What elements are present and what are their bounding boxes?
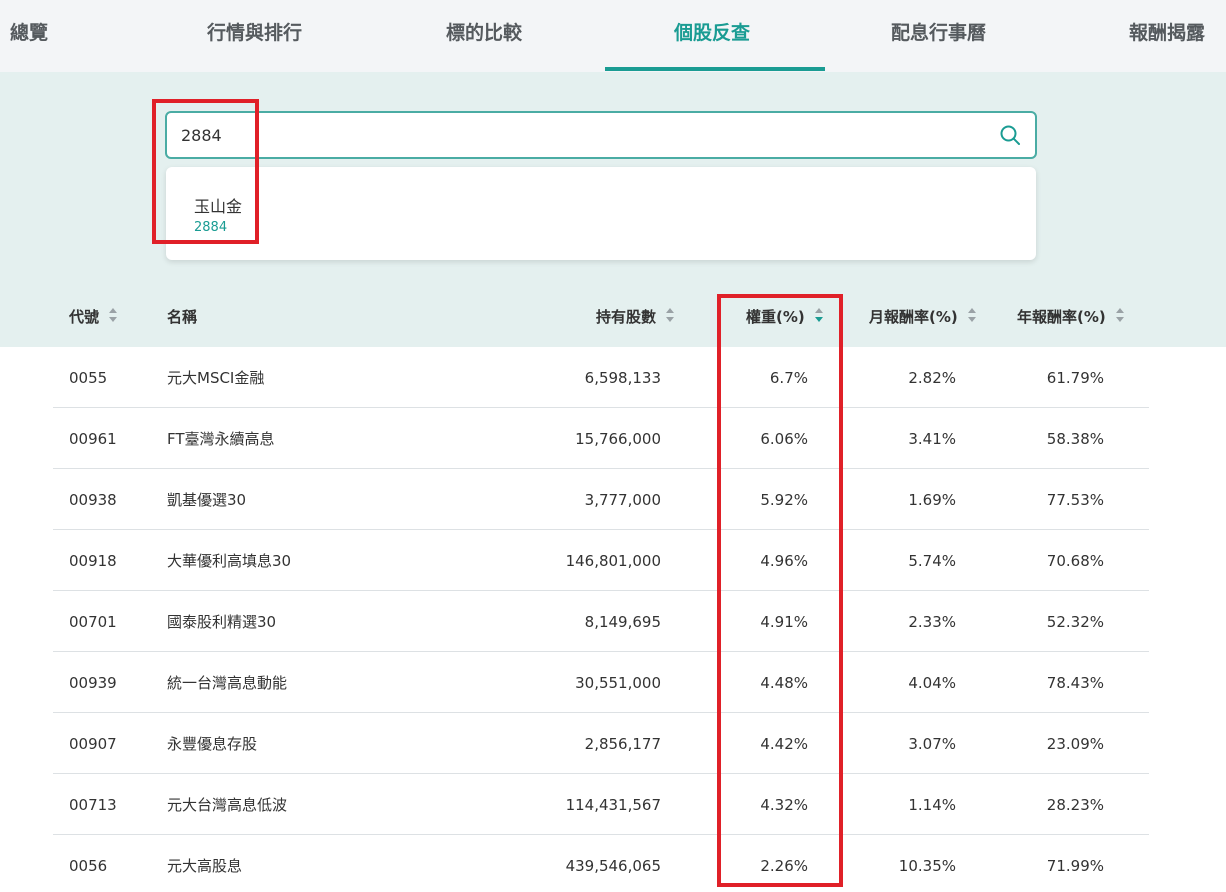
cell-shares: 30,551,000 (575, 674, 661, 692)
table-row[interactable]: 0055 元大MSCI金融 6,598,133 6.7% 2.82% 61.79… (53, 347, 1149, 408)
suggestion-code: 2884 (194, 220, 228, 235)
tab-return-disclosure[interactable]: 報酬揭露 (1129, 0, 1205, 72)
table-row[interactable]: 00907 永豐優息存股 2,856,177 4.42% 3.07% 23.09… (53, 713, 1149, 774)
cell-code: 00907 (69, 735, 117, 753)
cell-weight: 4.48% (760, 674, 808, 692)
cell-code: 00961 (69, 430, 117, 448)
search-box (165, 111, 1037, 159)
column-header-month-return[interactable]: 月報酬率(%) (869, 288, 977, 347)
cell-shares: 15,766,000 (575, 430, 661, 448)
table-row[interactable]: 0056 元大高股息 439,546,065 2.26% 10.35% 71.9… (53, 835, 1149, 892)
cell-weight: 2.26% (760, 857, 808, 875)
cell-name: 元大MSCI金融 (167, 369, 265, 387)
sort-desc-icon (814, 307, 824, 324)
cell-month-return: 2.82% (908, 369, 956, 387)
column-header-year-return[interactable]: 年報酬率(%) (1017, 288, 1125, 347)
cell-year-return: 58.38% (1046, 430, 1104, 448)
cell-shares: 114,431,567 (565, 796, 661, 814)
tab-overview[interactable]: 總覽 (10, 0, 48, 72)
table-row[interactable]: 00918 大華優利高填息30 146,801,000 4.96% 5.74% … (53, 530, 1149, 591)
column-header-code-label: 代號 (69, 308, 100, 326)
column-header-shares-label: 持有股數 (596, 308, 657, 326)
cell-shares: 2,856,177 (584, 735, 661, 753)
sort-icon (666, 307, 675, 324)
cell-shares: 3,777,000 (584, 491, 661, 509)
cell-weight: 4.96% (760, 552, 808, 570)
cell-code: 0056 (69, 857, 108, 875)
cell-shares: 146,801,000 (565, 552, 661, 570)
suggestion-item[interactable]: 玉山金 2884 (166, 167, 1036, 260)
cell-code: 00701 (69, 613, 117, 631)
tab-dividend-calendar[interactable]: 配息行事曆 (891, 0, 986, 72)
cell-shares: 8,149,695 (584, 613, 661, 631)
sort-icon (967, 307, 977, 324)
cell-weight: 5.92% (760, 491, 808, 509)
cell-shares: 439,546,065 (565, 857, 661, 875)
cell-month-return: 1.14% (908, 796, 956, 814)
column-header-name-label: 名稱 (167, 308, 198, 326)
cell-month-return: 4.04% (908, 674, 956, 692)
cell-year-return: 77.53% (1046, 491, 1104, 509)
cell-code: 00939 (69, 674, 117, 692)
tab-stock-lookup[interactable]: 個股反查 (674, 0, 750, 72)
cell-name: 統一台灣高息動能 (167, 674, 288, 692)
cell-weight: 4.32% (760, 796, 808, 814)
active-tab-indicator (605, 67, 825, 71)
cell-name: 凱基優選30 (167, 491, 247, 509)
cell-name: 元大高股息 (167, 857, 243, 875)
cell-month-return: 3.41% (908, 430, 956, 448)
search-input[interactable] (181, 113, 981, 157)
suggestion-name: 玉山金 (194, 197, 243, 216)
cell-code: 00938 (69, 491, 117, 509)
cell-month-return: 10.35% (898, 857, 956, 875)
cell-code: 00918 (69, 552, 117, 570)
table-row[interactable]: 00939 統一台灣高息動能 30,551,000 4.48% 4.04% 78… (53, 652, 1149, 713)
cell-month-return: 5.74% (908, 552, 956, 570)
column-header-code[interactable]: 代號 (69, 288, 118, 347)
cell-year-return: 23.09% (1046, 735, 1104, 753)
cell-year-return: 78.43% (1046, 674, 1104, 692)
column-header-shares[interactable]: 持有股數 (596, 288, 675, 347)
table-row[interactable]: 00961 FT臺灣永續高息 15,766,000 6.06% 3.41% 58… (53, 408, 1149, 469)
cell-name: 國泰股利精選30 (167, 613, 277, 631)
cell-year-return: 70.68% (1046, 552, 1104, 570)
column-header-weight[interactable]: 權重(%) (746, 288, 824, 347)
column-header-year-return-label: 年報酬率(%) (1017, 308, 1106, 326)
table-header: 代號 名稱 持有股數 權重(%) 月報酬率(%) 年報酬率(%) (0, 288, 1226, 347)
cell-name: 大華優利高填息30 (167, 552, 292, 570)
table-row[interactable]: 00713 元大台灣高息低波 114,431,567 4.32% 1.14% 2… (53, 774, 1149, 835)
sort-icon (109, 307, 118, 324)
cell-weight: 6.7% (769, 369, 808, 387)
tab-market-ranking[interactable]: 行情與排行 (207, 0, 302, 72)
cell-year-return: 28.23% (1046, 796, 1104, 814)
cell-shares: 6,598,133 (584, 369, 661, 387)
column-header-weight-label: 權重(%) (746, 308, 805, 326)
cell-month-return: 3.07% (908, 735, 956, 753)
cell-name: 永豐優息存股 (167, 735, 258, 753)
table-row[interactable]: 00701 國泰股利精選30 8,149,695 4.91% 2.33% 52.… (53, 591, 1149, 652)
table-body: 0055 元大MSCI金融 6,598,133 6.7% 2.82% 61.79… (0, 347, 1226, 892)
table-row[interactable]: 00938 凱基優選30 3,777,000 5.92% 1.69% 77.53… (53, 469, 1149, 530)
cell-code: 00713 (69, 796, 117, 814)
cell-weight: 6.06% (760, 430, 808, 448)
cell-name: 元大台灣高息低波 (167, 796, 288, 814)
search-suggestions-dropdown: 玉山金 2884 (166, 167, 1036, 260)
cell-year-return: 52.32% (1046, 613, 1104, 631)
column-header-month-return-label: 月報酬率(%) (869, 308, 958, 326)
cell-weight: 4.42% (760, 735, 808, 753)
top-tab-bar: 總覽 行情與排行 標的比較 個股反查 配息行事曆 報酬揭露 (0, 0, 1226, 72)
cell-month-return: 1.69% (908, 491, 956, 509)
sort-icon (1115, 307, 1125, 324)
cell-month-return: 2.33% (908, 613, 956, 631)
column-header-name: 名稱 (167, 288, 197, 347)
search-icon[interactable] (999, 124, 1021, 146)
tab-compare[interactable]: 標的比較 (446, 0, 522, 72)
cell-year-return: 71.99% (1046, 857, 1104, 875)
cell-code: 0055 (69, 369, 108, 387)
cell-weight: 4.91% (760, 613, 808, 631)
cell-name: FT臺灣永續高息 (167, 430, 275, 448)
cell-year-return: 61.79% (1046, 369, 1104, 387)
